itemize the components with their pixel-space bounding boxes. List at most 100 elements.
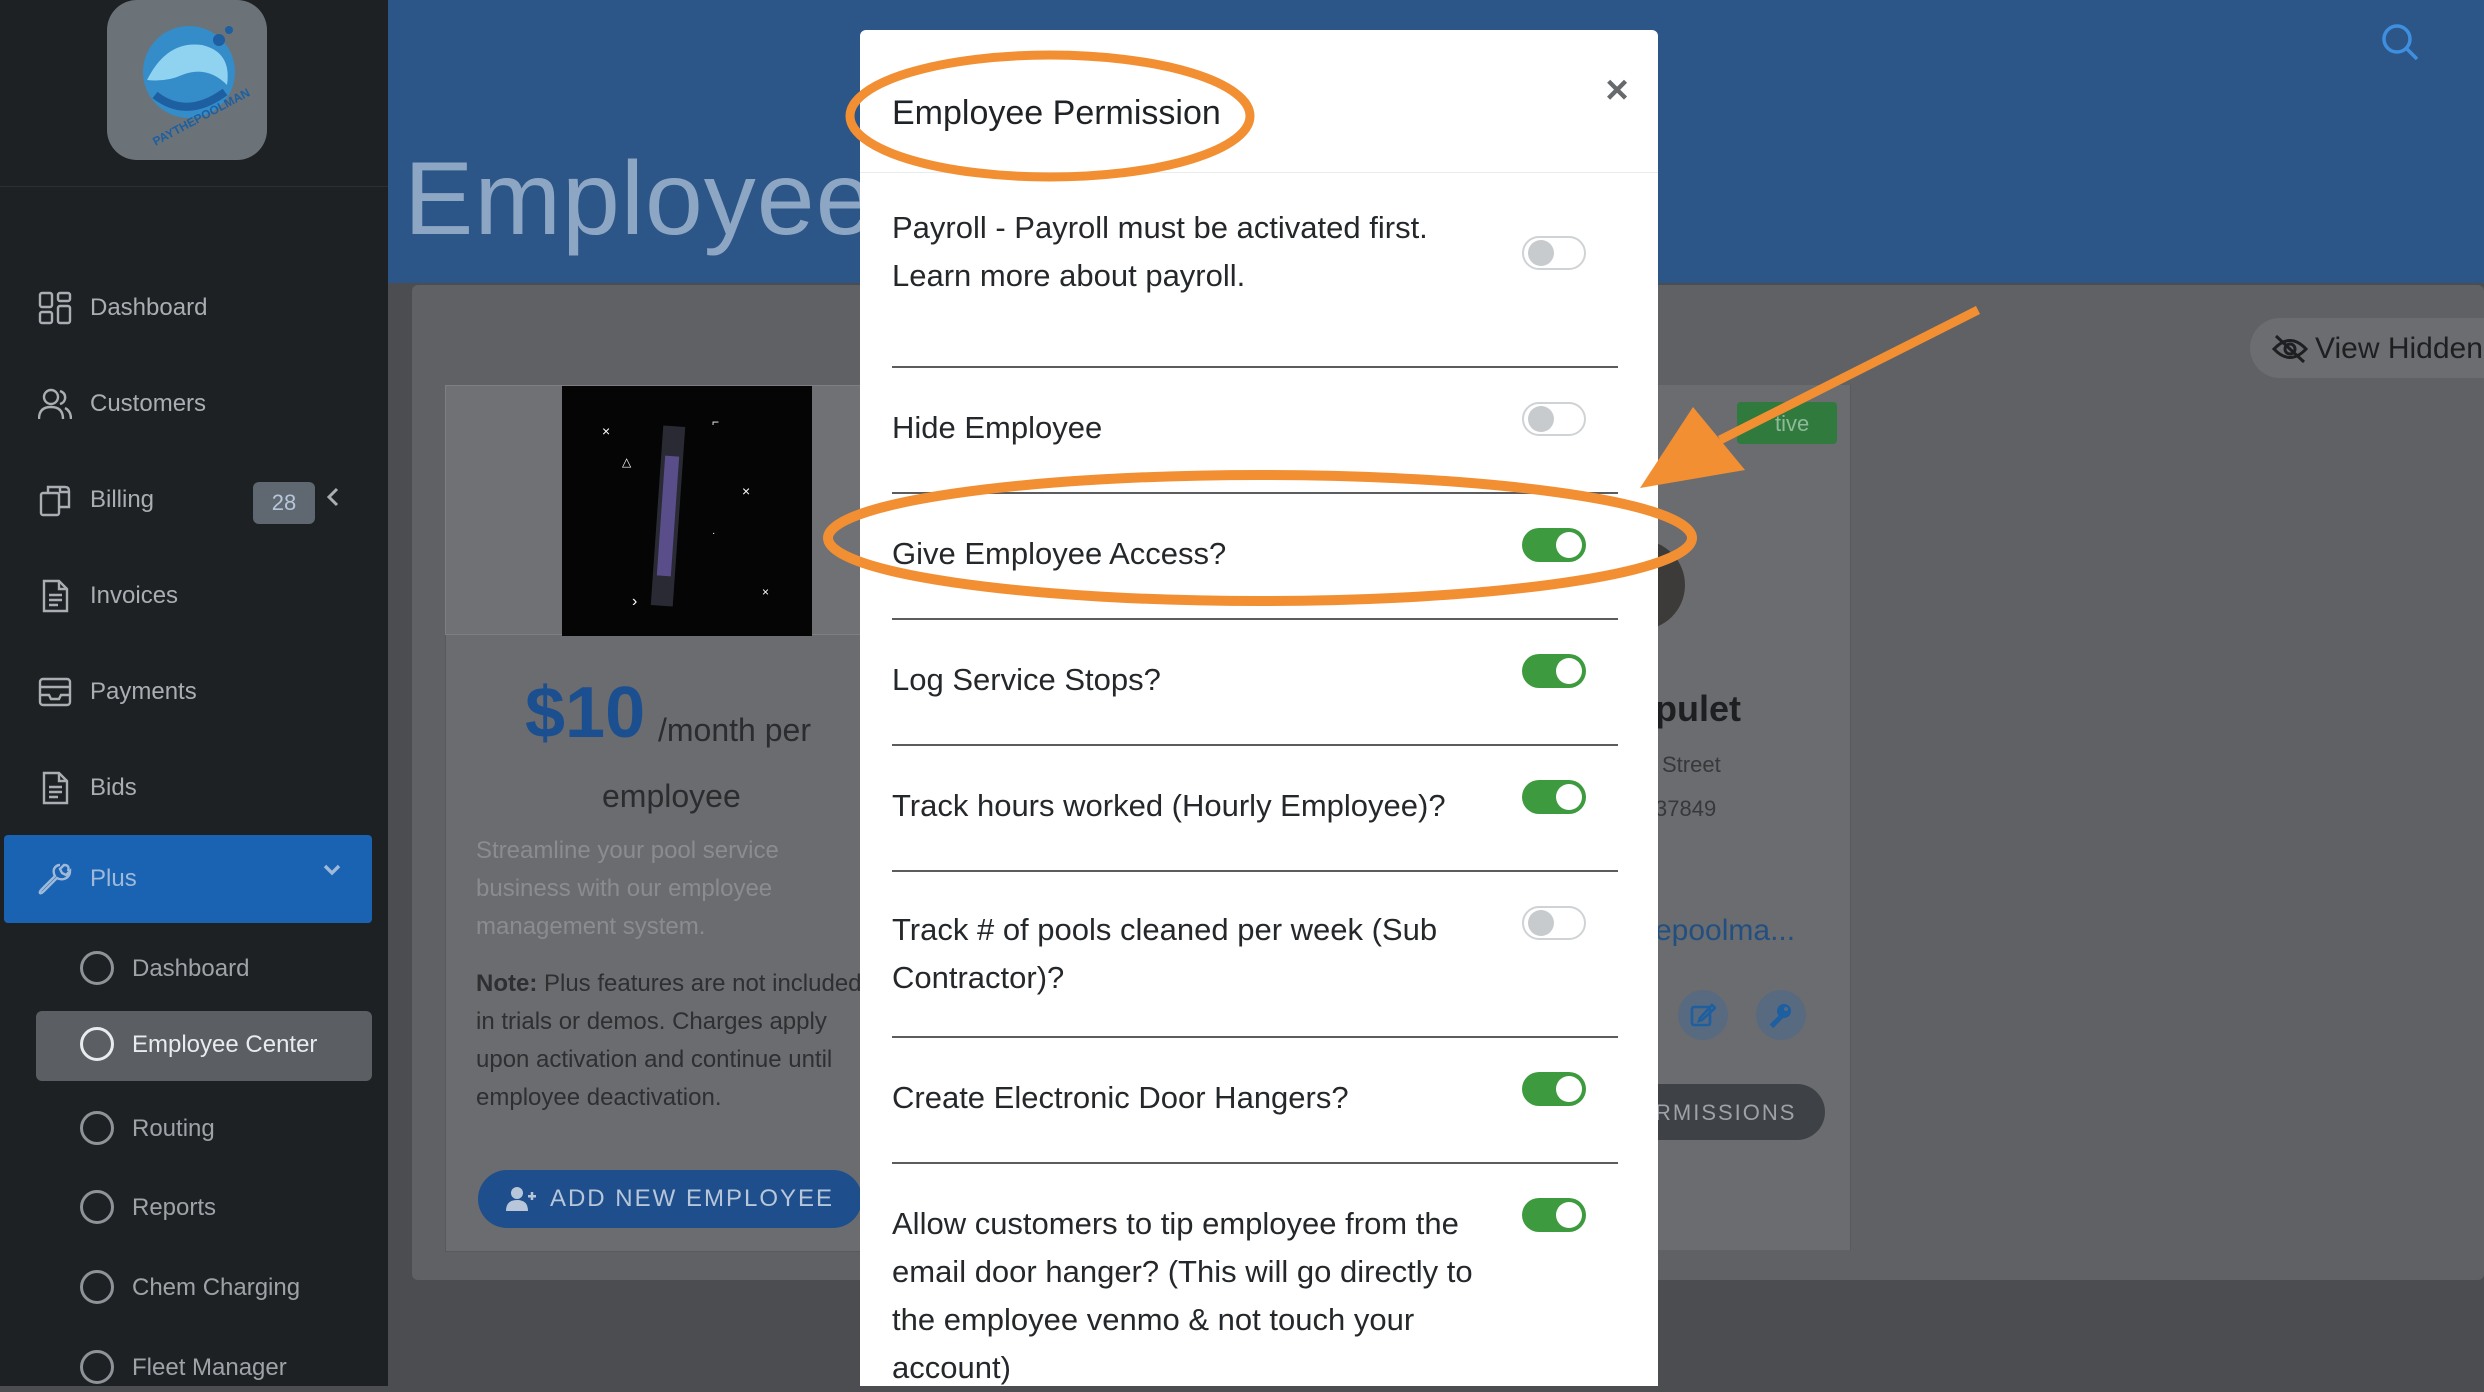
permission-label: Allow customers to tip employee from the…	[892, 1206, 1473, 1385]
circle-icon	[80, 951, 114, 985]
toggle-payroll[interactable]	[1522, 236, 1586, 270]
sub-item-label: Fleet Manager	[132, 1354, 287, 1381]
sidebar-item-customers[interactable]: Customers	[0, 373, 388, 433]
permission-row-give-access: Give Employee Access?	[892, 492, 1618, 620]
svg-text:›: ›	[632, 593, 637, 610]
toggle-knob	[1556, 532, 1582, 558]
plan-description: Streamline your pool service business wi…	[476, 837, 779, 940]
edit-employee-button[interactable]	[1678, 990, 1728, 1040]
toggle-hide-employee[interactable]	[1522, 402, 1586, 436]
permission-label: Track hours worked (Hourly Employee)?	[892, 788, 1446, 823]
toggle-door-hangers[interactable]	[1522, 1072, 1586, 1106]
sub-item-fleet-manager[interactable]: Fleet Manager	[36, 1334, 372, 1386]
payments-inbox-icon	[38, 677, 72, 707]
permission-row-log-stops: Log Service Stops?	[892, 618, 1618, 746]
modal-header: Employee Permission ×	[860, 30, 1658, 173]
note-label: Note:	[476, 970, 538, 997]
toggle-knob	[1528, 240, 1554, 266]
sidebar-item-label: Plus	[90, 865, 137, 892]
circle-icon	[80, 1027, 114, 1061]
view-hidden-label: View Hidden	[2315, 332, 2483, 365]
circle-icon	[80, 1350, 114, 1384]
paythepoolman-logo[interactable]: PAYTHEPOOLMAN	[107, 0, 267, 160]
permission-label: Give Employee Access?	[892, 536, 1227, 571]
invoice-doc-icon	[42, 579, 69, 613]
employee-zip: 37849	[1655, 796, 1717, 821]
toggle-track-hours[interactable]	[1522, 780, 1586, 814]
sidebar-item-payments[interactable]: Payments	[0, 661, 388, 721]
sub-item-chem-charging[interactable]: Chem Charging	[36, 1254, 372, 1324]
toggle-knob	[1528, 406, 1554, 432]
permission-label: Track # of pools cleaned per week (Sub C…	[892, 912, 1438, 995]
chevron-left-icon[interactable]	[324, 485, 342, 509]
wrench-icon	[38, 863, 72, 895]
sub-item-routing[interactable]: Routing	[36, 1095, 372, 1165]
close-button[interactable]: ×	[1595, 68, 1639, 112]
toggle-knob	[1556, 1202, 1582, 1228]
permission-row-door-hangers: Create Electronic Door Hangers?	[892, 1036, 1618, 1164]
view-hidden-button[interactable]: View Hidden	[2250, 318, 2484, 378]
sidebar-item-billing[interactable]: Billing 28	[0, 469, 388, 529]
billing-label: Billing	[90, 486, 155, 513]
plan-note: Note: Plus features are not included in …	[476, 965, 876, 1117]
sidebar-item-label: Dashboard	[90, 294, 208, 321]
sidebar-item-label: Customers	[90, 390, 207, 417]
permission-label: Payroll - Payroll must be activated firs…	[892, 210, 1428, 293]
sub-item-reports[interactable]: Reports	[36, 1174, 372, 1244]
sub-item-label: Reports	[132, 1194, 217, 1221]
add-new-employee-button[interactable]: ADD NEW EMPLOYEE	[478, 1170, 862, 1228]
employee-email[interactable]: epoolma...	[1655, 914, 1795, 948]
permission-row-track-hours: Track hours worked (Hourly Employee)?	[892, 744, 1618, 872]
toggle-tips[interactable]	[1522, 1198, 1586, 1232]
status-badge: tive	[1737, 402, 1837, 444]
employee-name: pulet	[1655, 688, 1741, 729]
modal-title: Employee Permission	[892, 94, 1221, 132]
sub-item-label: Dashboard	[132, 955, 250, 982]
toggle-knob	[1556, 784, 1582, 810]
toggle-knob	[1556, 1076, 1582, 1102]
plan-image: × ⌐ △ × › × ·	[445, 385, 865, 636]
plan-price-unit-2: employee	[602, 778, 741, 814]
sidebar-item-dashboard[interactable]: Dashboard	[0, 277, 388, 337]
employee-permission-modal: Employee Permission × Payroll - Payroll …	[860, 30, 1658, 1386]
permission-row-payroll: Payroll - Payroll must be activated firs…	[892, 204, 1618, 368]
sidebar-item-label: Billing 28	[90, 482, 315, 524]
circle-icon	[80, 1270, 114, 1304]
permission-row-hide-employee: Hide Employee	[892, 366, 1618, 494]
sidebar-item-bids[interactable]: Bids	[0, 757, 388, 817]
status-badge-label: tive	[1775, 411, 1810, 436]
permissions-button-label: RMISSIONS	[1655, 1100, 1797, 1125]
close-icon: ×	[1605, 68, 1629, 112]
toggle-give-access[interactable]	[1522, 528, 1586, 562]
customers-icon	[38, 388, 72, 420]
svg-text:△: △	[622, 455, 632, 469]
sub-item-dashboard[interactable]: Dashboard	[36, 935, 372, 1005]
chevron-down-icon[interactable]	[320, 861, 344, 879]
sub-item-employee-center[interactable]: Employee Center	[36, 1011, 372, 1081]
plan-price: $10	[525, 673, 646, 753]
sub-item-label: Routing	[132, 1115, 215, 1142]
toggle-knob	[1528, 910, 1554, 936]
eye-slash-icon	[2272, 334, 2308, 364]
page-title: Employee	[404, 141, 875, 257]
search-icon[interactable]	[2380, 22, 2420, 62]
permission-label: Log Service Stops?	[892, 662, 1161, 697]
billing-copy-icon	[39, 485, 71, 517]
sidebar-item-label: Payments	[90, 678, 197, 705]
edit-icon	[1690, 1003, 1716, 1027]
sidebar-item-plus[interactable]: Plus	[4, 835, 372, 923]
plan-price-unit: /month per	[658, 712, 811, 748]
sidebar-item-label: Bids	[90, 774, 137, 801]
svg-text:⌐: ⌐	[712, 415, 719, 429]
permission-row-tips: Allow customers to tip employee from the…	[892, 1162, 1618, 1386]
employee-key-button[interactable]	[1756, 990, 1806, 1040]
toggle-track-pools[interactable]	[1522, 906, 1586, 940]
phone-image: × ⌐ △ × › × ·	[562, 386, 812, 636]
sidebar-item-invoices[interactable]: Invoices	[0, 565, 388, 625]
svg-text:×: ×	[742, 483, 750, 499]
permission-label: Create Electronic Door Hangers?	[892, 1080, 1349, 1115]
bids-doc-icon	[42, 771, 69, 805]
sidebar-item-label: Invoices	[90, 582, 179, 609]
circle-icon	[80, 1190, 114, 1224]
toggle-log-stops[interactable]	[1522, 654, 1586, 688]
